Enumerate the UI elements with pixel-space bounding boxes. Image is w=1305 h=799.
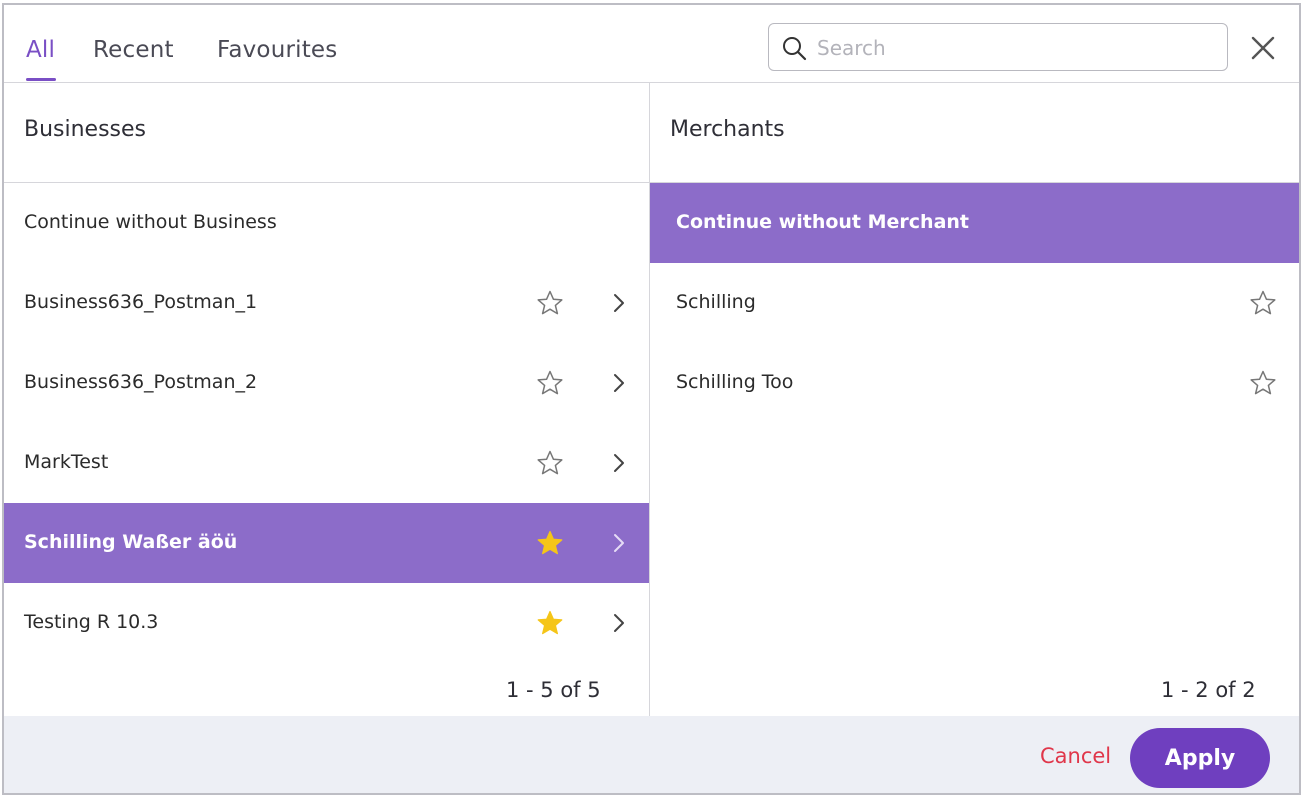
list-item-label: MarkTest: [24, 451, 109, 473]
merchant-item[interactable]: Schilling Too: [650, 343, 1299, 423]
cancel-button[interactable]: Cancel: [1040, 744, 1111, 768]
business-item[interactable]: MarkTest: [4, 423, 649, 503]
chevron-right-icon[interactable]: [609, 372, 629, 394]
star-outline-icon[interactable]: [536, 289, 564, 317]
list-item-label: Testing R 10.3: [24, 611, 159, 633]
selector-dialog: All Recent Favourites Businesses Merchan…: [2, 3, 1301, 795]
business-item[interactable]: Business636_Postman_1: [4, 263, 649, 343]
chevron-right-icon[interactable]: [609, 452, 629, 474]
tab-all[interactable]: All: [26, 37, 55, 63]
merchant-item[interactable]: Schilling: [650, 263, 1299, 343]
dialog-header: All Recent Favourites: [4, 5, 1299, 83]
list-item-label: Schilling Too: [676, 371, 794, 393]
star-outline-icon[interactable]: [536, 449, 564, 477]
list-item-label: Business636_Postman_2: [24, 371, 258, 393]
business-item-continue-without[interactable]: Continue without Business: [4, 183, 649, 263]
list-item-label: Business636_Postman_1: [24, 291, 258, 313]
active-tab-indicator: [26, 78, 56, 81]
merchants-title: Merchants: [670, 117, 785, 142]
merchants-header: Merchants: [650, 83, 1299, 183]
star-outline-icon[interactable]: [536, 369, 564, 397]
businesses-title: Businesses: [24, 117, 147, 142]
star-outline-icon[interactable]: [1249, 289, 1277, 317]
star-filled-icon[interactable]: [536, 609, 564, 637]
chevron-right-icon[interactable]: [609, 532, 629, 554]
business-item[interactable]: Business636_Postman_2: [4, 343, 649, 423]
chevron-right-icon[interactable]: [609, 612, 629, 634]
list-item-label: Schilling Waßer äöü: [24, 531, 238, 553]
list-item-label: Continue without Merchant: [676, 211, 970, 233]
businesses-list: Continue without Business Business636_Po…: [4, 183, 649, 663]
search-icon: [783, 37, 807, 61]
business-item-selected[interactable]: Schilling Waßer äöü: [4, 503, 649, 583]
search-box[interactable]: [768, 23, 1228, 71]
merchant-item-continue-without[interactable]: Continue without Merchant: [650, 183, 1299, 263]
close-icon[interactable]: [1248, 33, 1278, 63]
list-item-label: Continue without Business: [24, 211, 277, 233]
star-outline-icon[interactable]: [1249, 369, 1277, 397]
tab-recent[interactable]: Recent: [93, 37, 174, 63]
businesses-header: Businesses: [4, 83, 649, 183]
tab-favourites[interactable]: Favourites: [217, 37, 337, 63]
chevron-right-icon[interactable]: [609, 292, 629, 314]
search-input[interactable]: [817, 32, 1217, 64]
merchants-pagination: 1 - 2 of 2: [1161, 678, 1256, 702]
star-filled-icon[interactable]: [536, 529, 564, 557]
apply-button[interactable]: Apply: [1130, 728, 1270, 788]
merchants-list: Continue without Merchant Schilling Schi…: [650, 183, 1299, 423]
business-item[interactable]: Testing R 10.3: [4, 583, 649, 663]
list-item-label: Schilling: [676, 291, 756, 313]
dialog-footer: Cancel Apply: [4, 716, 1299, 793]
businesses-pagination: 1 - 5 of 5: [506, 678, 601, 702]
